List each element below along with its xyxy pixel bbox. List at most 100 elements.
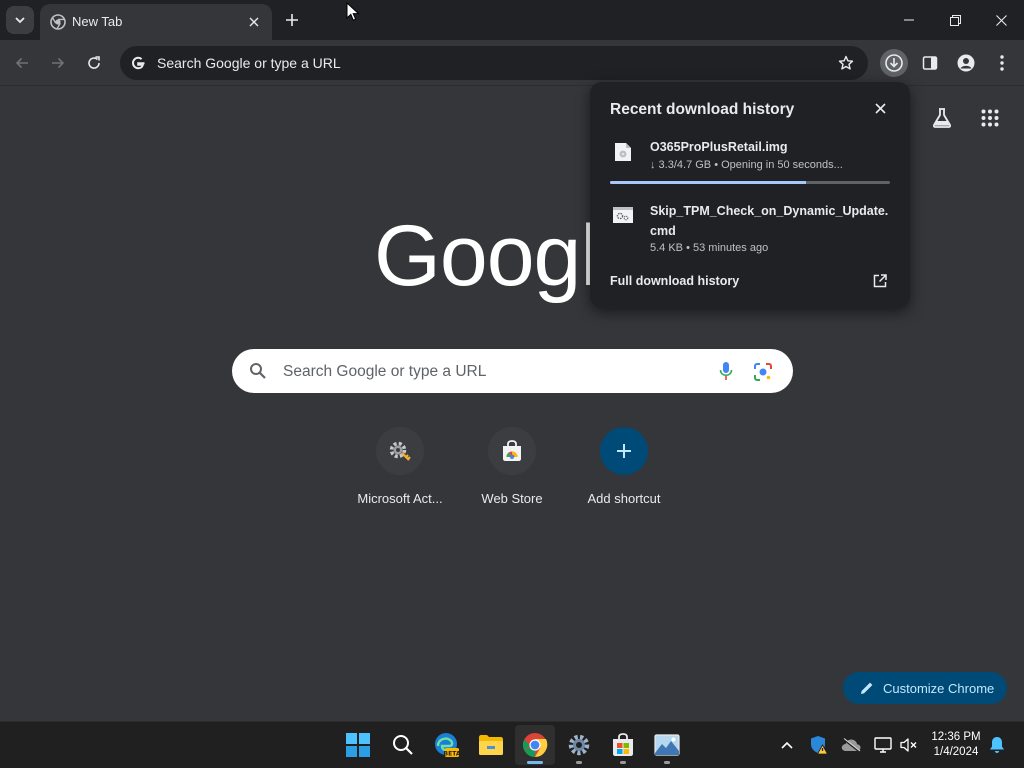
new-tab-button[interactable] <box>280 8 304 32</box>
chevron-up-icon <box>781 741 793 749</box>
download-file-name: Skip_TPM_Check_on_Dynamic_Update.cmd <box>650 204 889 238</box>
clock-time: 12:36 PM <box>931 731 981 743</box>
search-icon <box>248 361 268 381</box>
security-tray-button[interactable] <box>808 734 830 756</box>
download-icon <box>885 54 903 72</box>
taskbar-search-button[interactable] <box>383 725 423 765</box>
open-in-new-icon[interactable] <box>871 272 889 290</box>
reload-button[interactable] <box>80 49 108 77</box>
taskbar-photos[interactable] <box>647 725 687 765</box>
close-icon <box>874 102 886 114</box>
shortcut-label: Add shortcut <box>587 491 661 506</box>
forward-arrow-icon <box>52 57 65 69</box>
tab-strip: New Tab <box>0 0 1024 40</box>
omnibox-text[interactable]: Search Google or type a URL <box>157 55 341 71</box>
back-arrow-icon <box>15 57 28 69</box>
running-app-indicator <box>576 761 582 764</box>
shortcut-web-store[interactable]: Web Store <box>456 427 568 513</box>
download-status: ↓ 3.3/4.7 GB • Opening in 50 seconds... <box>650 159 843 171</box>
omnibox[interactable]: Search Google or type a URL <box>120 46 868 80</box>
taskbar-store[interactable] <box>603 725 643 765</box>
active-app-indicator <box>527 761 543 764</box>
google-g-icon <box>128 53 148 73</box>
taskbar-settings[interactable] <box>559 725 599 765</box>
download-status: 5.4 KB • 53 minutes ago <box>650 242 769 254</box>
start-button[interactable] <box>338 725 378 765</box>
gear-key-icon <box>376 427 424 475</box>
taskbar-edge-beta[interactable]: BETA <box>427 725 467 765</box>
taskbar-file-explorer[interactable] <box>471 725 511 765</box>
volume-muted-icon <box>900 738 917 752</box>
svg-text:BETA: BETA <box>444 750 460 757</box>
taskbar-clock[interactable]: 12:36 PM 1/4/2024 <box>926 730 986 760</box>
cmd-file-icon <box>613 207 633 223</box>
settings-icon <box>568 734 590 756</box>
ntp-search-box[interactable]: Search Google or type a URL <box>232 349 793 393</box>
ntp-search-input[interactable]: Search Google or type a URL <box>283 363 486 381</box>
photos-icon <box>654 734 680 756</box>
lens-icon <box>754 363 772 381</box>
bell-icon <box>990 737 1004 753</box>
google-apps-button[interactable] <box>976 104 1004 132</box>
apps-grid-icon <box>981 109 999 127</box>
forward-button[interactable] <box>44 49 72 77</box>
side-panel-icon <box>922 56 938 70</box>
chrome-menu-button[interactable] <box>988 49 1016 77</box>
toolbar: Search Google or type a URL <box>0 40 1024 86</box>
onedrive-tray-button[interactable] <box>840 734 862 756</box>
minimize-button[interactable] <box>886 0 932 40</box>
tab-new-tab[interactable]: New Tab <box>40 4 272 40</box>
windows-start-icon <box>346 733 370 757</box>
download-item[interactable]: Skip_TPM_Check_on_Dynamic_Update.cmd 5.4… <box>590 200 910 260</box>
shortcut-label: Web Store <box>481 491 543 506</box>
downloads-button[interactable] <box>880 49 908 77</box>
close-icon <box>995 14 1007 26</box>
tab-close-button[interactable] <box>244 12 264 32</box>
download-item[interactable]: O365ProPlusRetail.img ↓ 3.3/4.7 GB • Ope… <box>590 136 910 186</box>
edge-beta-icon: BETA <box>435 733 460 757</box>
web-store-icon <box>488 427 536 475</box>
download-progress-bar <box>610 181 890 184</box>
profile-button[interactable] <box>952 49 980 77</box>
bookmark-star-button[interactable] <box>836 53 856 73</box>
tab-search-button[interactable] <box>6 6 34 34</box>
chevron-down-icon <box>15 17 25 24</box>
notifications-button[interactable] <box>986 734 1008 756</box>
running-app-indicator <box>664 761 670 764</box>
search-icon <box>393 735 413 755</box>
store-icon <box>613 733 633 756</box>
customize-chrome-label: Customize Chrome <box>883 680 995 696</box>
chrome-favicon-icon <box>50 14 66 30</box>
chrome-icon <box>522 733 548 757</box>
full-download-history-link[interactable]: Full download history <box>610 274 739 288</box>
file-explorer-icon <box>479 735 503 755</box>
restore-button[interactable] <box>932 0 978 40</box>
close-window-button[interactable] <box>978 0 1024 40</box>
more-vert-icon <box>1000 55 1004 71</box>
close-icon <box>249 17 259 27</box>
mouse-cursor-icon <box>346 2 360 21</box>
minimize-icon <box>904 19 914 21</box>
show-hidden-icons-button[interactable] <box>776 734 798 756</box>
side-panel-button[interactable] <box>916 49 944 77</box>
disc-image-file-icon <box>615 143 631 161</box>
lens-search-button[interactable] <box>752 361 774 383</box>
network-tray-button[interactable] <box>872 734 894 756</box>
labs-button[interactable] <box>928 104 956 132</box>
download-file-name: O365ProPlusRetail.img <box>650 140 788 154</box>
add-shortcut-button[interactable]: Add shortcut <box>568 427 680 513</box>
voice-search-button[interactable] <box>716 361 736 381</box>
customize-chrome-button[interactable]: Customize Chrome <box>843 672 1007 704</box>
plus-icon <box>286 14 298 26</box>
shortcut-microsoft-activation[interactable]: Microsoft Act... <box>344 427 456 513</box>
cloud-offline-icon <box>841 738 861 752</box>
download-bubble-close-button[interactable] <box>870 98 890 118</box>
restore-icon <box>949 14 961 26</box>
taskbar-chrome[interactable] <box>515 725 555 765</box>
download-bubble: Recent download history O365ProPlusRetai… <box>590 82 910 308</box>
star-icon <box>838 55 854 70</box>
back-button[interactable] <box>8 49 36 77</box>
clock-date: 1/4/2024 <box>933 746 979 758</box>
volume-tray-button[interactable] <box>898 734 920 756</box>
flask-icon <box>932 108 952 128</box>
